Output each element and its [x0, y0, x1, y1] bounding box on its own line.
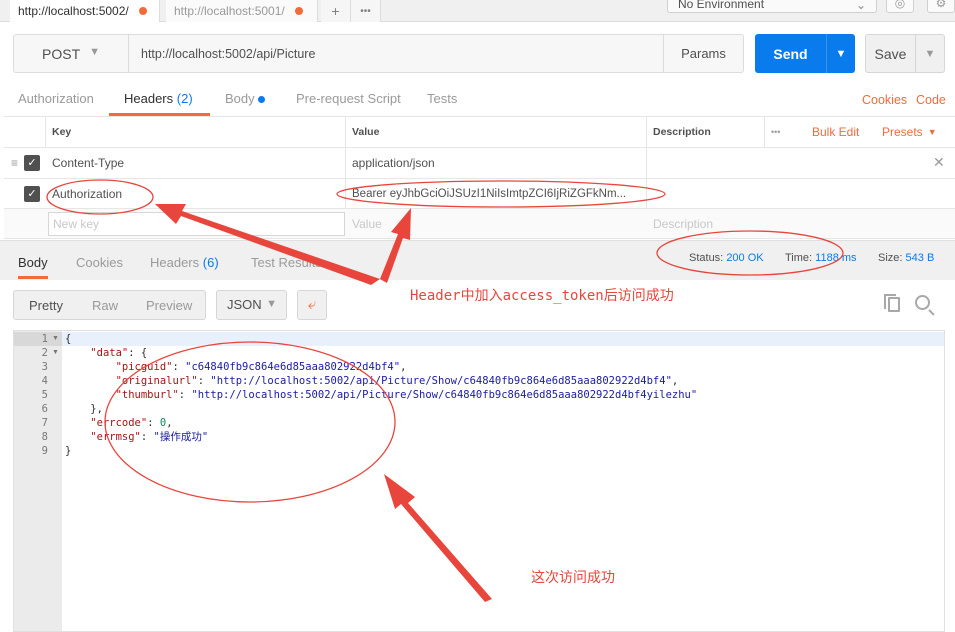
arrow-to-response-body [384, 474, 492, 602]
arrow-to-bearer-token [380, 208, 411, 283]
annotation-header-note: Header中加入access_token后访问成功 [410, 288, 674, 304]
annotation-arrows [155, 204, 492, 602]
annotation-success-note: 这次访问成功 [531, 570, 615, 586]
highlight-ellipse-authorization [46, 179, 154, 215]
highlight-ellipse-bearer-token [336, 180, 666, 208]
highlight-ellipse-status [656, 230, 844, 276]
arrow-to-authorization [155, 204, 380, 285]
annotation-overlay [46, 179, 844, 602]
highlight-ellipse-response-body [104, 341, 396, 503]
